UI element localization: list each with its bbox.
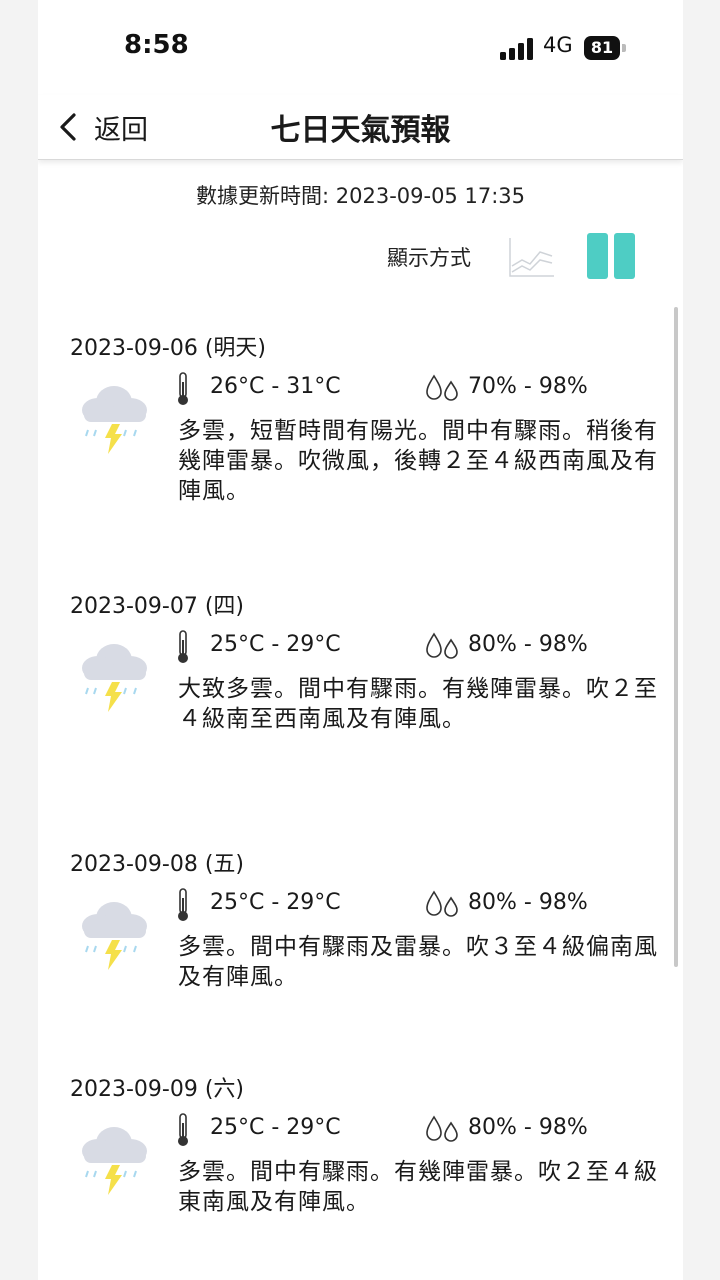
back-label: 返回 (94, 114, 148, 146)
humidity-drops-icon (426, 890, 458, 917)
forecast-date: 2023-09-09 (六) (70, 1077, 245, 1102)
forecast-list: 2023-09-06 (明天) 26°C - 31°C 70% - 98% 多雲… (38, 300, 683, 1280)
cloud-thunder-rain-icon (82, 902, 147, 970)
humidity-drops-icon (426, 1115, 458, 1142)
humidity-range: 80% - 98% (468, 890, 588, 915)
app-screen: 8:58 4G 81 返回 七日天氣預報 數據更新時間: 2023-09-05 … (38, 0, 683, 1280)
update-time: 數據更新時間: 2023-09-05 17:35 (196, 184, 525, 208)
humidity-range: 80% - 98% (468, 1115, 588, 1140)
cellular-signal-icon (500, 38, 533, 60)
cloud-thunder-rain-icon (82, 644, 147, 712)
status-time: 8:58 (124, 30, 189, 60)
temperature-range: 25°C - 29°C (210, 1115, 341, 1140)
humidity-drops-icon (426, 374, 458, 401)
thermometer-icon (178, 372, 188, 405)
thermometer-icon (178, 888, 188, 921)
humidity-drops-icon (426, 632, 458, 659)
back-button[interactable]: 返回 (58, 105, 148, 149)
cloud-thunder-rain-icon (82, 386, 147, 454)
forecast-description: 多雲。間中有驟雨及雷暴。吹３至４級偏南風及有陣風。 (178, 934, 658, 990)
humidity-range: 70% - 98% (468, 374, 588, 399)
forecast-description: 大致多雲。間中有驟雨。有幾陣雷暴。吹２至４級南至西南風及有陣風。 (178, 676, 658, 732)
thermometer-icon (178, 1113, 188, 1146)
thermometer-icon (178, 630, 188, 663)
temperature-range: 25°C - 29°C (210, 890, 341, 915)
chevron-left-icon (60, 113, 76, 141)
cloud-thunder-rain-icon (82, 1127, 147, 1195)
temperature-range: 25°C - 29°C (210, 632, 341, 657)
forecast-description: 多雲，短暫時間有陽光。間中有驟雨。稍後有幾陣雷暴。吹微風，後轉２至４級西南風及有… (178, 418, 658, 504)
status-bar: 8:58 4G 81 (38, 0, 683, 95)
forecast-date: 2023-09-08 (五) (70, 852, 245, 877)
network-type: 4G (543, 33, 573, 57)
forecast-date: 2023-09-06 (明天) (70, 336, 267, 361)
display-mode-label: 顯示方式 (387, 246, 471, 270)
forecast-description: 多雲。間中有驟雨。有幾陣雷暴。吹２至４級東南風及有陣風。 (178, 1159, 658, 1215)
temperature-range: 26°C - 31°C (210, 374, 341, 399)
line-chart-mode-icon[interactable] (508, 236, 556, 278)
humidity-range: 80% - 98% (468, 632, 588, 657)
battery-icon: 81 (584, 36, 628, 60)
forecast-date: 2023-09-07 (四) (70, 594, 245, 619)
bar-mode-icon[interactable] (587, 233, 637, 279)
battery-level: 81 (590, 38, 614, 57)
nav-bar: 返回 七日天氣預報 (38, 95, 683, 160)
